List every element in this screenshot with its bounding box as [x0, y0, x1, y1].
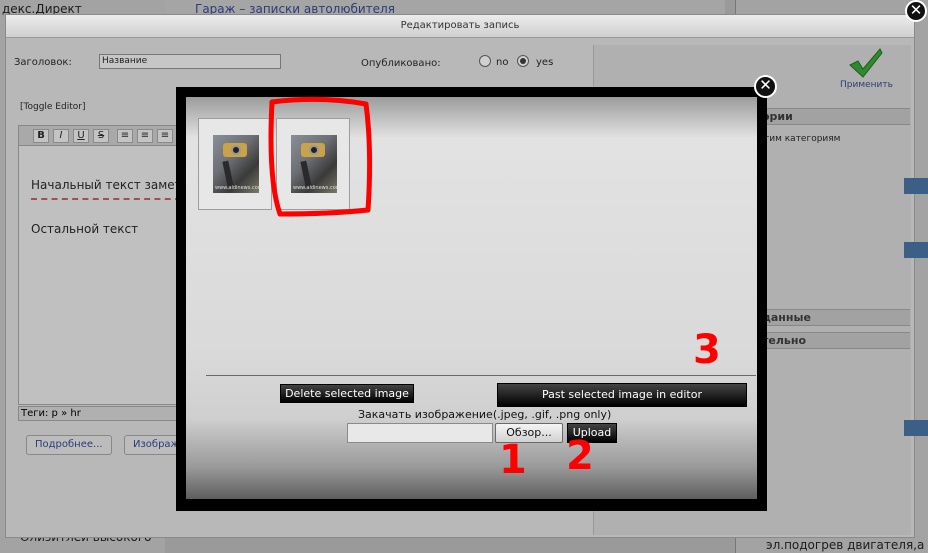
file-path-input[interactable] — [347, 423, 493, 443]
title-input[interactable]: Название — [99, 54, 281, 69]
toggle-editor-link[interactable]: [Toggle Editor] — [20, 102, 85, 112]
editor-readmore-separator — [31, 198, 181, 200]
edit-window-title: Редактировать запись — [6, 15, 914, 38]
align-right-button[interactable]: ≡ — [157, 129, 173, 143]
metadata-section-header[interactable]: данные — [760, 309, 910, 326]
upload-label: Закачать изображение(.jpeg, .gif, .png o… — [358, 408, 612, 421]
radio-no[interactable] — [479, 55, 491, 67]
close-icon[interactable]: ✕ — [754, 75, 777, 98]
categories-section-header[interactable]: ории — [760, 108, 910, 125]
editor-text-rest: Остальной текст — [31, 222, 139, 236]
rich-text-editor[interactable]: B I U S ≡ ≡ ≡ Начальный текст заметки Ос… — [18, 125, 197, 405]
thumbnail-watermark: www.aldinews.com — [215, 185, 263, 191]
advanced-section-header[interactable]: тельно — [760, 332, 910, 349]
radio-yes[interactable] — [517, 55, 529, 67]
camera-photo-image: www.aldinews.com — [213, 135, 263, 193]
strikethrough-button[interactable]: S — [93, 129, 109, 143]
background-tab — [904, 178, 928, 194]
editor-toolbar: B I U S ≡ ≡ ≡ — [19, 126, 185, 146]
thumbnail-watermark: www.aldinews.com — [293, 185, 341, 191]
editor-text-intro: Начальный текст заметки — [31, 178, 197, 192]
bold-button[interactable]: B — [33, 129, 49, 143]
browse-button[interactable]: Обзор... — [495, 423, 563, 443]
image-thumbnail[interactable]: www.aldinews.com — [198, 118, 272, 210]
paste-image-in-editor-button[interactable]: Past selected image in editor — [497, 383, 747, 407]
image-manager-modal: www.aldinews.com www.aldinews.com Delete… — [176, 87, 767, 511]
divider — [206, 375, 756, 376]
background-tab — [904, 242, 928, 258]
more-button[interactable]: Подробнее... — [26, 435, 112, 455]
underline-button[interactable]: U — [73, 129, 89, 143]
align-left-button[interactable]: ≡ — [117, 129, 133, 143]
tags-path: Теги: p » hr — [18, 406, 186, 421]
background-tab — [904, 420, 928, 436]
italic-button[interactable]: I — [53, 129, 69, 143]
apply-button-label[interactable]: Применить — [840, 80, 893, 90]
upload-button[interactable]: Upload — [567, 423, 617, 443]
image-manager-content: www.aldinews.com www.aldinews.com Delete… — [186, 97, 757, 499]
title-label: Заголовок: — [14, 57, 72, 68]
categories-hint: тим категориям — [764, 134, 841, 144]
camera-photo-image: www.aldinews.com — [291, 135, 341, 193]
radio-no-label: no — [496, 57, 509, 68]
image-thumbnail-selected[interactable]: www.aldinews.com — [276, 118, 350, 210]
published-label: Опубликовано: — [361, 58, 441, 69]
align-center-button[interactable]: ≡ — [137, 129, 153, 143]
delete-selected-image-button[interactable]: Delete selected image — [280, 384, 414, 403]
close-icon[interactable]: ✕ — [905, 0, 927, 22]
radio-yes-label: yes — [536, 57, 554, 68]
background-bottom-right-text: эл.подогрев двигателя,а — [766, 538, 925, 552]
checkmark-icon[interactable] — [848, 47, 884, 79]
